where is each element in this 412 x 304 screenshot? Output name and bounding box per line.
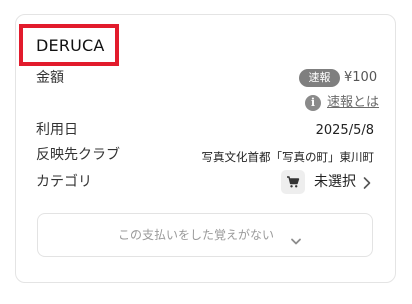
info-icon[interactable]: i xyxy=(305,95,321,111)
merchant-name: DERUCA xyxy=(36,36,105,55)
dispute-button-label[interactable]: この支払いをした覚えがない xyxy=(118,226,274,244)
date-value: 2025/5/8 xyxy=(315,123,374,138)
amount-value: ¥100 xyxy=(344,70,378,85)
chevron-down-icon[interactable] xyxy=(290,231,302,250)
date-label: 利用日 xyxy=(36,122,78,138)
what-is-preliminary-link[interactable]: 速報とは xyxy=(327,94,379,112)
preliminary-badge: 速報 xyxy=(299,69,340,87)
category-value[interactable]: 未選択 xyxy=(314,173,356,191)
cart-icon[interactable] xyxy=(281,170,305,194)
club-label: 反映先クラブ xyxy=(36,147,120,163)
chevron-right-icon[interactable] xyxy=(362,175,372,194)
amount-label: 金額 xyxy=(36,70,64,86)
category-label: カテゴリ xyxy=(36,174,92,190)
club-value: 写真文化首都「写真の町」東川町 xyxy=(201,150,375,164)
